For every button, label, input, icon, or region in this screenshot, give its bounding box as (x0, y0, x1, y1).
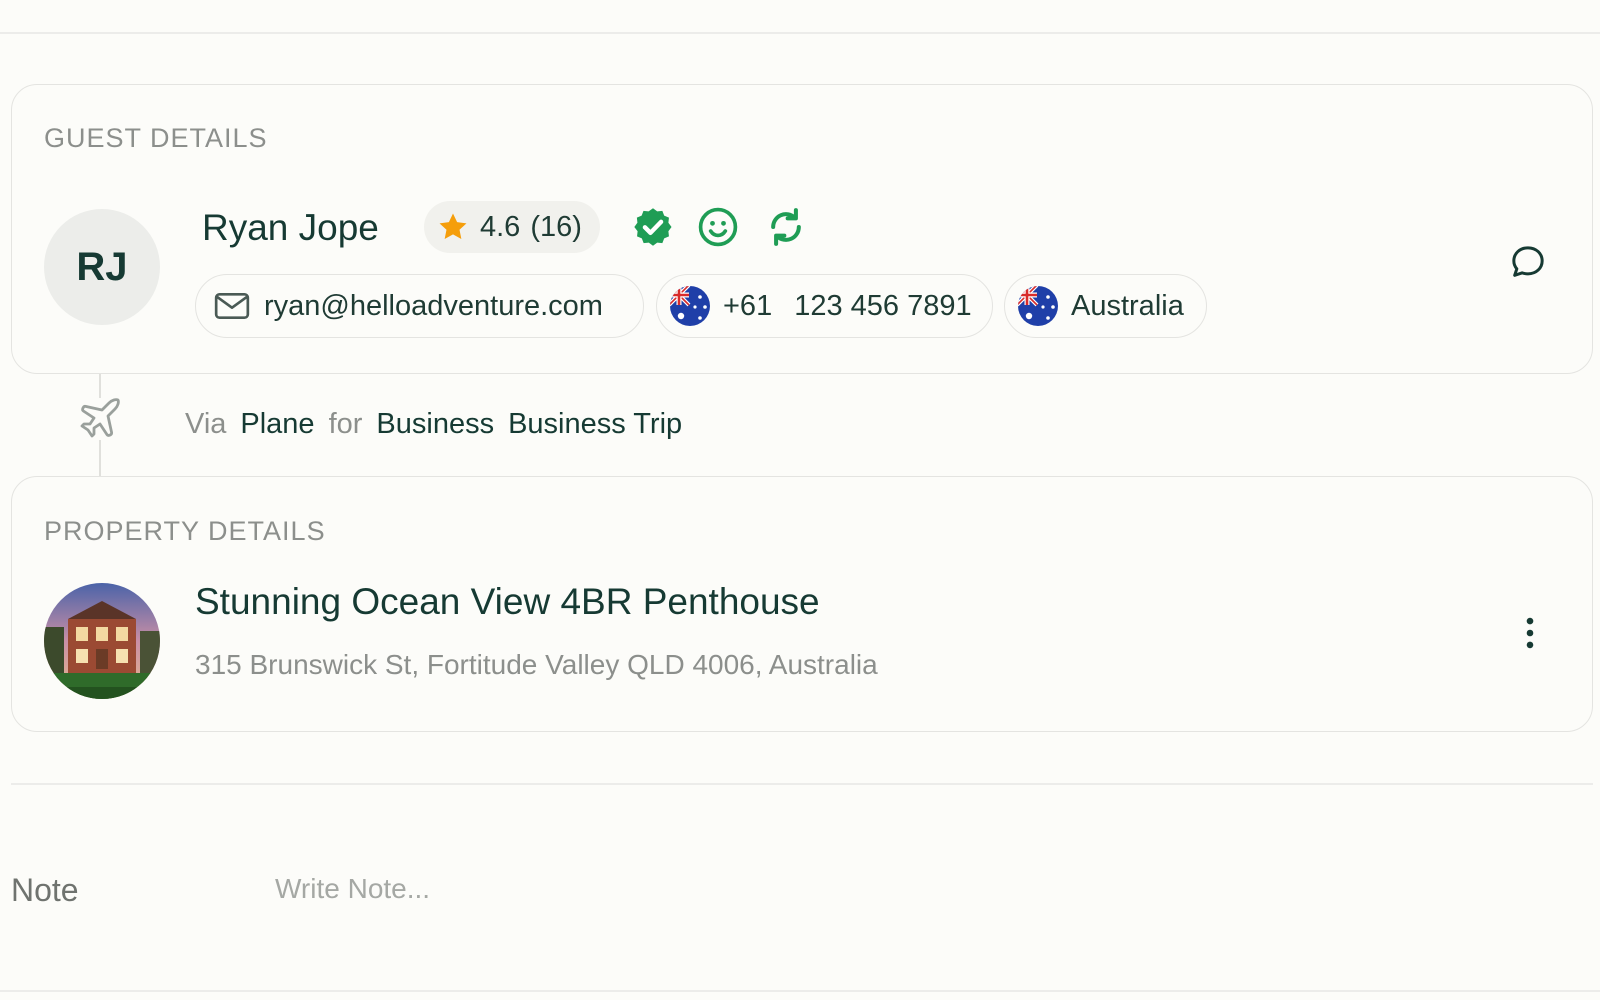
guest-country-chip[interactable]: Australia (1004, 274, 1207, 338)
travel-info: Via Plane for Business Business Trip (185, 408, 682, 441)
bottom-divider (0, 990, 1600, 992)
travel-reason[interactable]: Business Trip (508, 408, 682, 441)
note-label: Note (11, 872, 79, 908)
repeat-guest-icon[interactable] (764, 205, 808, 249)
travel-for-label: for (328, 408, 363, 440)
property-title[interactable]: Stunning Ocean View 4BR Penthouse (195, 581, 820, 623)
timeline-connector (99, 440, 101, 476)
guest-details-label: GUEST DETAILS (44, 123, 268, 153)
guest-rating-count: (16) (530, 210, 582, 243)
plane-icon (80, 398, 120, 438)
guest-details-card: GUEST DETAILS RJ Ryan Jope 4.6 (16) ryan… (11, 84, 1593, 374)
travel-purpose[interactable]: Business (376, 408, 494, 441)
guest-rating-badge[interactable]: 4.6 (16) (424, 201, 600, 253)
mail-icon (214, 293, 250, 319)
chat-bubble-icon[interactable] (1508, 242, 1548, 282)
travel-via-label: Via (185, 408, 227, 440)
property-details-label: PROPERTY DETAILS (44, 516, 326, 546)
section-divider (11, 783, 1593, 785)
verified-badge-icon[interactable] (631, 205, 675, 249)
smile-icon[interactable] (696, 205, 740, 249)
guest-phone-code: +61 (723, 289, 773, 322)
property-house-image (44, 583, 160, 699)
property-address: 315 Brunswick St, Fortitude Valley QLD 4… (195, 649, 878, 680)
guest-email: ryan@helloadventure.com (264, 289, 603, 322)
guest-email-chip[interactable]: ryan@helloadventure.com (195, 274, 644, 338)
australia-flag-icon (1018, 286, 1058, 326)
property-details-card: PROPERTY DETAILS Stunning Ocean View 4BR… (11, 476, 1593, 732)
guest-name[interactable]: Ryan Jope (202, 207, 379, 249)
guest-initials: RJ (76, 244, 128, 289)
more-vertical-icon[interactable] (1508, 611, 1552, 655)
guest-phone-chip[interactable]: +61 123 456 7891 (656, 274, 993, 338)
travel-mode[interactable]: Plane (240, 408, 314, 441)
property-photo[interactable] (44, 583, 160, 699)
top-divider (0, 32, 1600, 34)
australia-flag-icon (670, 286, 710, 326)
guest-rating-value: 4.6 (480, 210, 521, 243)
guest-phone-number: 123 456 7891 (794, 289, 972, 322)
guest-country: Australia (1071, 289, 1184, 322)
guest-avatar[interactable]: RJ (44, 209, 160, 325)
note-input[interactable] (275, 864, 1575, 914)
star-icon (439, 213, 467, 240)
